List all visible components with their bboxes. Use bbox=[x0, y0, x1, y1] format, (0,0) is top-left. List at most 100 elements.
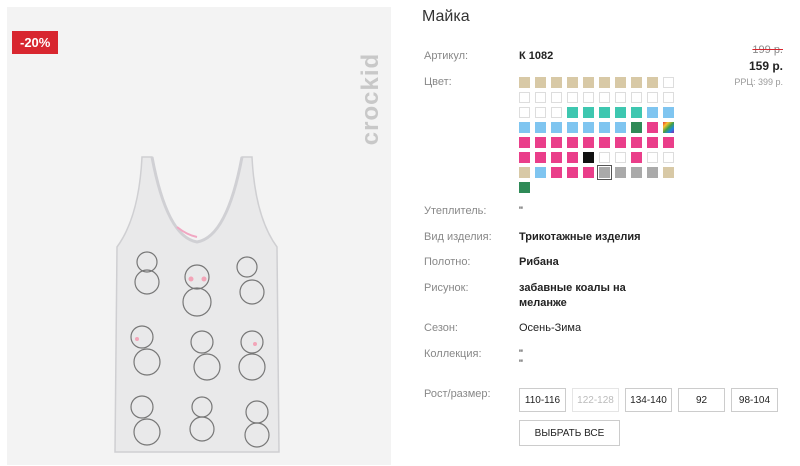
color-swatch[interactable] bbox=[599, 152, 610, 163]
size-option[interactable]: 110-116 bbox=[519, 388, 566, 412]
insulation-label: Утеплитель: bbox=[424, 205, 487, 217]
color-swatch[interactable] bbox=[535, 167, 546, 178]
color-swatch[interactable] bbox=[567, 137, 578, 148]
color-swatch[interactable] bbox=[599, 122, 610, 133]
fabric-label: Полотно: bbox=[424, 256, 471, 268]
discount-badge: -20% bbox=[12, 31, 59, 54]
color-swatch[interactable] bbox=[583, 152, 594, 163]
color-swatch[interactable] bbox=[535, 107, 546, 118]
color-swatch[interactable] bbox=[631, 137, 642, 148]
color-swatch[interactable] bbox=[615, 77, 626, 88]
color-swatch[interactable] bbox=[551, 167, 562, 178]
color-swatch[interactable] bbox=[551, 122, 562, 133]
color-swatch[interactable] bbox=[663, 137, 674, 148]
pattern-value-line1: забавные коалы на bbox=[519, 282, 626, 294]
color-swatch[interactable] bbox=[583, 122, 594, 133]
rrp-price: РРЦ: 399 р. bbox=[734, 77, 783, 87]
color-swatch[interactable] bbox=[583, 137, 594, 148]
color-swatch[interactable] bbox=[663, 167, 674, 178]
color-swatch[interactable] bbox=[631, 77, 642, 88]
color-swatch[interactable] bbox=[615, 92, 626, 103]
color-label: Цвет: bbox=[424, 76, 452, 88]
color-swatch[interactable] bbox=[535, 92, 546, 103]
color-swatch[interactable] bbox=[631, 122, 642, 133]
color-swatch[interactable] bbox=[663, 122, 674, 133]
color-swatch[interactable] bbox=[615, 152, 626, 163]
color-swatch[interactable] bbox=[551, 152, 562, 163]
color-swatch[interactable] bbox=[567, 167, 578, 178]
fabric-value: Рибана bbox=[519, 256, 559, 268]
color-swatch[interactable] bbox=[583, 107, 594, 118]
color-swatch[interactable] bbox=[567, 107, 578, 118]
color-swatch[interactable] bbox=[631, 107, 642, 118]
color-swatch[interactable] bbox=[567, 77, 578, 88]
color-swatch[interactable] bbox=[567, 122, 578, 133]
size-label: Рост/размер: bbox=[424, 388, 491, 400]
color-swatch[interactable] bbox=[567, 152, 578, 163]
color-swatch[interactable] bbox=[583, 167, 594, 178]
article-value: К 1082 bbox=[519, 50, 554, 62]
color-swatch[interactable] bbox=[519, 122, 530, 133]
brand-name: crockid bbox=[357, 52, 384, 146]
color-swatch[interactable] bbox=[519, 152, 530, 163]
old-price: 199 р. bbox=[752, 44, 783, 56]
type-label: Вид изделия: bbox=[424, 231, 492, 243]
color-swatch[interactable] bbox=[599, 77, 610, 88]
color-swatch[interactable] bbox=[535, 137, 546, 148]
pattern-value-line2: меланже bbox=[519, 297, 567, 309]
color-swatch[interactable] bbox=[583, 92, 594, 103]
color-swatch[interactable] bbox=[631, 92, 642, 103]
color-swatch[interactable] bbox=[551, 107, 562, 118]
color-swatch[interactable] bbox=[663, 77, 674, 88]
color-swatch[interactable] bbox=[615, 107, 626, 118]
price: 159 р. bbox=[748, 59, 783, 73]
color-swatch[interactable] bbox=[519, 107, 530, 118]
color-swatch[interactable] bbox=[647, 152, 658, 163]
color-swatch[interactable] bbox=[631, 167, 642, 178]
color-swatch[interactable] bbox=[647, 167, 658, 178]
color-swatch[interactable] bbox=[615, 167, 626, 178]
select-all-button[interactable]: ВЫБРАТЬ ВСЕ bbox=[519, 420, 620, 446]
color-swatch[interactable] bbox=[647, 107, 658, 118]
color-swatch[interactable] bbox=[535, 122, 546, 133]
color-swatch[interactable] bbox=[615, 137, 626, 148]
collection-value-line2: " bbox=[519, 358, 523, 370]
color-swatch[interactable] bbox=[599, 92, 610, 103]
pattern-label: Рисунок: bbox=[424, 282, 469, 294]
color-swatch[interactable] bbox=[519, 92, 530, 103]
product-photo[interactable]: -20% crockid bbox=[7, 7, 391, 465]
color-swatch[interactable] bbox=[663, 107, 674, 118]
color-swatch[interactable] bbox=[535, 152, 546, 163]
color-swatch[interactable] bbox=[597, 165, 612, 180]
color-swatch[interactable] bbox=[551, 137, 562, 148]
color-swatch[interactable] bbox=[647, 122, 658, 133]
color-swatch[interactable] bbox=[567, 92, 578, 103]
size-option[interactable]: 134-140 bbox=[625, 388, 672, 412]
insulation-value: " bbox=[519, 205, 523, 217]
color-swatch[interactable] bbox=[551, 77, 562, 88]
color-swatch[interactable] bbox=[663, 152, 674, 163]
color-swatch[interactable] bbox=[631, 152, 642, 163]
color-swatch[interactable] bbox=[519, 77, 530, 88]
color-swatch[interactable] bbox=[647, 77, 658, 88]
color-swatch[interactable] bbox=[583, 77, 594, 88]
color-swatch[interactable] bbox=[647, 137, 658, 148]
color-swatch[interactable] bbox=[599, 137, 610, 148]
tank-top-image bbox=[114, 156, 280, 453]
color-swatch[interactable] bbox=[615, 122, 626, 133]
brand-logo: crockid bbox=[357, 27, 384, 167]
color-swatch[interactable] bbox=[647, 92, 658, 103]
color-swatch[interactable] bbox=[519, 182, 530, 193]
color-swatch[interactable] bbox=[663, 92, 674, 103]
color-swatch[interactable] bbox=[519, 137, 530, 148]
color-swatch[interactable] bbox=[599, 107, 610, 118]
type-value: Трикотажные изделия bbox=[519, 231, 641, 243]
color-swatch[interactable] bbox=[519, 167, 530, 178]
article-label: Артикул: bbox=[424, 50, 469, 62]
color-swatch[interactable] bbox=[535, 77, 546, 88]
size-option[interactable]: 98-104 bbox=[731, 388, 778, 412]
collection-label: Коллекция: bbox=[424, 348, 482, 360]
product-title: Майка bbox=[422, 8, 470, 25]
size-option[interactable]: 92 bbox=[678, 388, 725, 412]
color-swatch[interactable] bbox=[551, 92, 562, 103]
